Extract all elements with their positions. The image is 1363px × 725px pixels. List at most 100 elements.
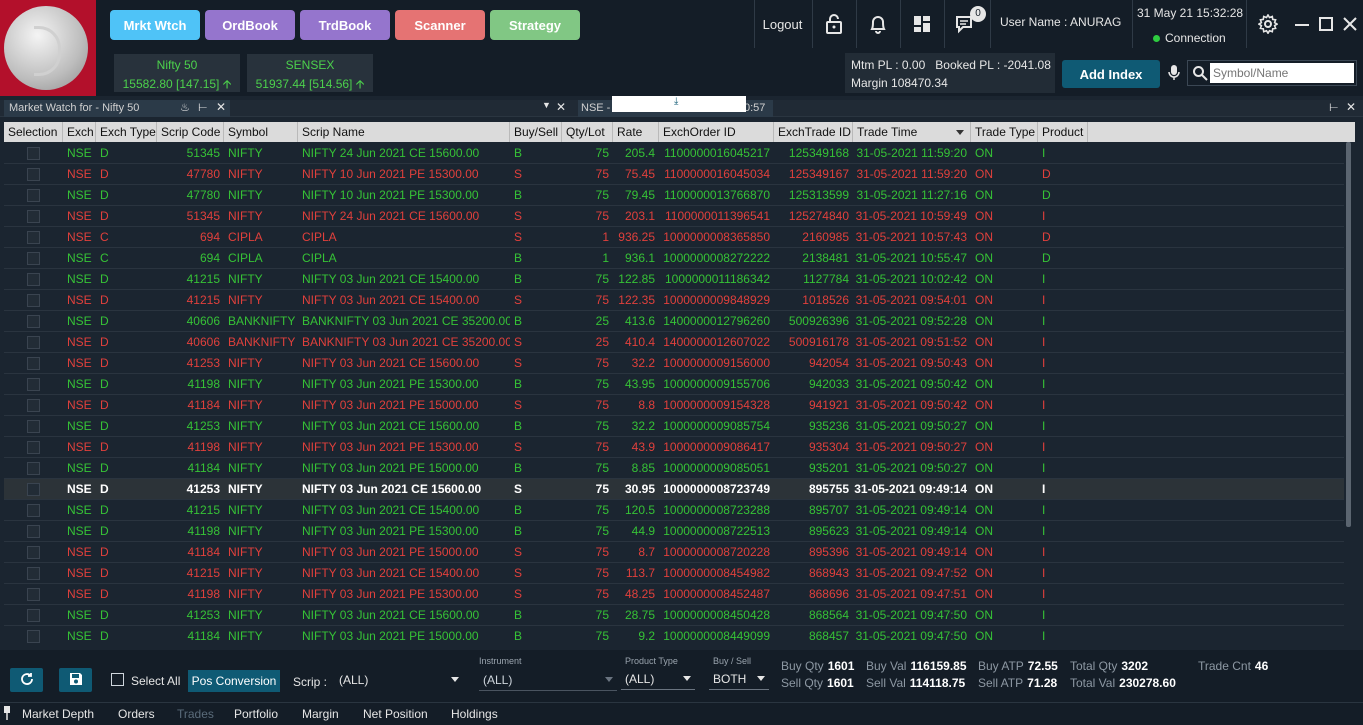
column-header-selection[interactable]: Selection (4, 122, 63, 142)
tab-close-icon[interactable]: ✕ (556, 100, 566, 114)
scrip-dropdown[interactable]: (ALL) (335, 669, 463, 691)
table-row[interactable]: NSE D 41184 NIFTY NIFTY 03 Jun 2021 PE 15000… (4, 395, 1344, 416)
index-nifty-50[interactable]: Nifty 50 15582.80 [147.15] 🡩 (114, 54, 240, 92)
column-header-trade-time[interactable]: Trade Time (853, 122, 971, 142)
row-checkbox[interactable] (27, 525, 40, 538)
row-checkbox[interactable] (27, 294, 40, 307)
column-header-rate[interactable]: Rate (613, 122, 659, 142)
close-icon[interactable] (1336, 10, 1363, 38)
column-header-buy-sell[interactable]: Buy/Sell (510, 122, 562, 142)
table-row[interactable]: NSE D 41198 NIFTY NIFTY 03 Jun 2021 PE 15300… (4, 521, 1344, 542)
drag-handle[interactable]: ⤓ (612, 96, 746, 112)
table-row[interactable]: NSE D 41253 NIFTY NIFTY 03 Jun 2021 CE 15600… (4, 605, 1344, 626)
table-row[interactable]: NSE D 40606 BANKNIFTY BANKNIFTY 03 Jun 2021 … (4, 332, 1344, 353)
row-checkbox[interactable] (27, 588, 40, 601)
row-checkbox[interactable] (27, 378, 40, 391)
pos-conversion-button[interactable]: Pos Conversion (188, 670, 280, 692)
bell-icon[interactable] (864, 10, 892, 38)
row-checkbox[interactable] (27, 168, 40, 181)
row-checkbox[interactable] (27, 315, 40, 328)
add-index-button[interactable]: Add Index (1062, 60, 1160, 88)
product-type-dropdown[interactable]: (ALL) (621, 668, 695, 690)
trade-book-button[interactable]: TrdBook (300, 10, 390, 40)
tab-market-depth[interactable]: Market Depth (22, 707, 94, 721)
table-row[interactable]: NSE D 41184 NIFTY NIFTY 03 Jun 2021 PE 15000… (4, 626, 1344, 645)
microphone-icon[interactable] (1166, 63, 1182, 83)
row-checkbox[interactable] (27, 336, 40, 349)
select-all-checkbox[interactable] (111, 673, 124, 686)
table-row[interactable]: NSE D 41198 NIFTY NIFTY 03 Jun 2021 PE 15300… (4, 437, 1344, 458)
row-checkbox[interactable] (27, 210, 40, 223)
table-row[interactable]: NSE D 41253 NIFTY NIFTY 03 Jun 2021 CE 15600… (4, 479, 1344, 500)
row-checkbox[interactable] (27, 441, 40, 454)
column-header-qty-lot[interactable]: Qty/Lot (562, 122, 613, 142)
row-checkbox[interactable] (27, 399, 40, 412)
row-checkbox[interactable] (27, 609, 40, 622)
column-header-trade-type[interactable]: Trade Type (971, 122, 1038, 142)
row-checkbox[interactable] (27, 630, 40, 643)
buy-sell-dropdown[interactable]: BOTH (709, 668, 769, 690)
lock-icon[interactable] (820, 10, 848, 38)
row-checkbox[interactable] (27, 231, 40, 244)
index-sensex[interactable]: SENSEX 51937.44 [514.56] 🡩 (247, 54, 373, 92)
scanner-button[interactable]: Scanner (395, 10, 485, 40)
table-row[interactable]: NSE D 41198 NIFTY NIFTY 03 Jun 2021 PE 15300… (4, 584, 1344, 605)
gear-icon[interactable] (1254, 10, 1282, 38)
tab-close-icon[interactable]: ✕ (1346, 100, 1356, 114)
table-row[interactable]: NSE C 694 CIPLA CIPLA S 1 936.25 100000000836585… (4, 227, 1344, 248)
table-row[interactable]: NSE D 41253 NIFTY NIFTY 03 Jun 2021 CE 15600… (4, 416, 1344, 437)
tab-close-icon[interactable]: ✕ (216, 100, 226, 114)
tab-margin[interactable]: Margin (302, 707, 339, 721)
symbol-search-input[interactable] (1210, 63, 1354, 83)
row-checkbox[interactable] (27, 546, 40, 559)
chat-icon[interactable]: 0 (952, 6, 986, 38)
strategy-button[interactable]: Strategy (490, 10, 580, 40)
refresh-button[interactable] (10, 668, 43, 692)
logout-button[interactable]: Logout (755, 0, 810, 48)
row-checkbox[interactable] (27, 420, 40, 433)
market-watch-button[interactable]: Mrkt Wtch (110, 10, 200, 40)
dashboard-icon[interactable] (908, 10, 936, 38)
column-header-exch-type[interactable]: Exch Type (96, 122, 157, 142)
tab-trades[interactable]: Trades (177, 707, 214, 721)
table-row[interactable]: NSE D 51345 NIFTY NIFTY 24 Jun 2021 CE 15600… (4, 143, 1344, 164)
order-book-button[interactable]: OrdBook (205, 10, 295, 40)
table-row[interactable]: NSE D 41215 NIFTY NIFTY 03 Jun 2021 CE 15400… (4, 269, 1344, 290)
row-checkbox[interactable] (27, 147, 40, 160)
table-row[interactable]: NSE D 41253 NIFTY NIFTY 03 Jun 2021 CE 15600… (4, 353, 1344, 374)
chevron-down-icon[interactable]: ▼ (542, 100, 551, 110)
table-row[interactable]: NSE D 41184 NIFTY NIFTY 03 Jun 2021 PE 15000… (4, 542, 1344, 563)
table-row[interactable]: NSE D 47780 NIFTY NIFTY 10 Jun 2021 PE 15300… (4, 185, 1344, 206)
save-button[interactable] (59, 668, 92, 692)
table-row[interactable]: NSE C 694 CIPLA CIPLA B 1 936.1 1000000008272222… (4, 248, 1344, 269)
column-header-scrip-code[interactable]: Scrip Code (157, 122, 224, 142)
row-checkbox[interactable] (27, 252, 40, 265)
table-row[interactable]: NSE D 51345 NIFTY NIFTY 24 Jun 2021 CE 15600… (4, 206, 1344, 227)
instrument-dropdown[interactable]: (ALL) (479, 669, 617, 691)
row-checkbox[interactable] (27, 357, 40, 370)
row-checkbox[interactable] (27, 504, 40, 517)
table-row[interactable]: NSE D 41215 NIFTY NIFTY 03 Jun 2021 CE 15400… (4, 290, 1344, 311)
tab-holdings[interactable]: Holdings (451, 707, 498, 721)
column-header-exch-order-id[interactable]: ExchOrder ID (659, 122, 774, 142)
pin-icon[interactable]: ⊢ (1329, 101, 1339, 114)
pin-icon[interactable] (3, 706, 11, 723)
table-row[interactable]: NSE D 41215 NIFTY NIFTY 03 Jun 2021 CE 15400… (4, 563, 1344, 584)
tab-net-position[interactable]: Net Position (363, 707, 428, 721)
tab-portfolio[interactable]: Portfolio (234, 707, 278, 721)
row-checkbox[interactable] (27, 189, 40, 202)
column-header-exch[interactable]: Exch (63, 122, 96, 142)
table-row[interactable]: NSE D 41184 NIFTY NIFTY 03 Jun 2021 PE 15000… (4, 458, 1344, 479)
table-row[interactable]: NSE D 40606 BANKNIFTY BANKNIFTY 03 Jun 2021 … (4, 311, 1344, 332)
pin-icon[interactable]: ⊢ (198, 101, 208, 114)
tab-market-watch[interactable]: Market Watch for - Nifty 50 (4, 100, 230, 117)
table-row[interactable]: NSE D 47780 NIFTY NIFTY 10 Jun 2021 PE 15300… (4, 164, 1344, 185)
row-checkbox[interactable] (27, 462, 40, 475)
column-header-product[interactable]: Product (1038, 122, 1088, 142)
column-header-scrip-name[interactable]: Scrip Name (298, 122, 510, 142)
row-checkbox[interactable] (27, 483, 40, 496)
tab-orders[interactable]: Orders (118, 707, 155, 721)
row-checkbox[interactable] (27, 567, 40, 580)
table-row[interactable]: NSE D 41198 NIFTY NIFTY 03 Jun 2021 PE 15300… (4, 374, 1344, 395)
vertical-scrollbar[interactable] (1346, 142, 1351, 527)
